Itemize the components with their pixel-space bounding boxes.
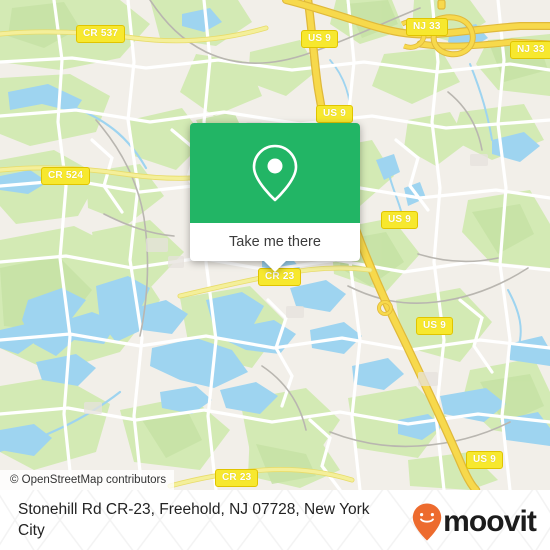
road-shield-cr537: CR 537 [76,25,126,43]
road-shield-us9-1: US 9 [301,30,339,48]
road-shield-us9-2: US 9 [316,105,354,123]
map-pin-icon [252,144,298,202]
road-shield-us9-5: US 9 [466,451,504,469]
address-label: Stonehill Rd CR-23, Freehold, NJ 07728, … [18,501,370,539]
map-screenshot: CR 537 US 9 NJ 33 NJ 33 US 9 CR 524 US 9… [0,0,550,550]
road-shield-cr23-2: CR 23 [215,469,259,487]
take-me-there-label: Take me there [229,234,321,250]
map-attribution[interactable]: © OpenStreetMap contributors [0,470,175,490]
road-shield-us9-3: US 9 [381,211,419,229]
road-shield-us9-4: US 9 [416,317,454,335]
moovit-logo: moovit [412,503,537,541]
road-shield-nj33-1: NJ 33 [406,18,448,36]
moovit-wordmark: moovit [443,505,537,538]
road-shield-nj33-2: NJ 33 [510,41,550,59]
moovit-smiling-pin-icon [412,503,442,541]
popup-header [190,123,360,223]
attribution-text: © OpenStreetMap contributors [10,474,167,486]
take-me-there-button[interactable]: Take me there [190,223,360,261]
popup-pointer-tail [264,261,286,272]
bottom-info-bar: Stonehill Rd CR-23, Freehold, NJ 07728, … [0,490,550,550]
road-shield-cr524: CR 524 [41,167,91,185]
location-popup-card[interactable]: Take me there [190,123,360,272]
